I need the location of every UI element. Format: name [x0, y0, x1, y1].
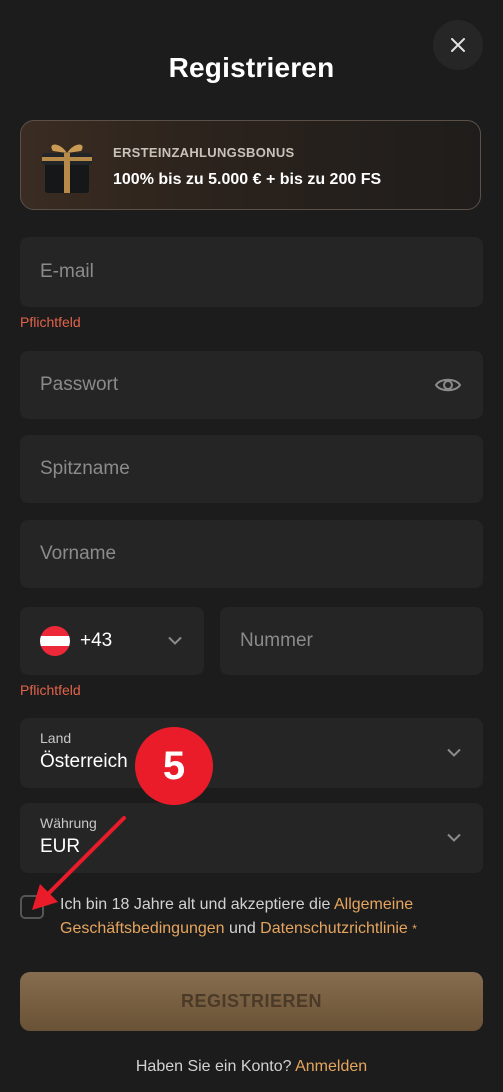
- austria-flag-icon: [40, 626, 70, 656]
- firstname-placeholder: Vorname: [40, 543, 117, 564]
- terms-text-mid: und: [224, 920, 261, 937]
- nickname-field[interactable]: Spitzname: [20, 435, 483, 503]
- register-button[interactable]: REGISTRIEREN: [20, 972, 483, 1031]
- currency-value: EUR: [40, 836, 81, 857]
- login-prompt-text: Haben Sie ein Konto?: [135, 1058, 296, 1075]
- annotation-badge: 5: [135, 727, 213, 805]
- email-error: Pflichtfeld: [20, 314, 81, 330]
- phone-code-select[interactable]: +43: [20, 607, 204, 675]
- firstname-field[interactable]: Vorname: [20, 520, 483, 588]
- country-value: Österreich: [40, 751, 128, 772]
- bonus-text: 100% bis zu 5.000 € + bis zu 200 FS: [113, 171, 382, 188]
- email-placeholder: E-mail: [40, 261, 94, 282]
- phone-error: Pflichtfeld: [20, 682, 81, 698]
- terms-checkbox[interactable]: [20, 895, 44, 919]
- country-select[interactable]: Land Österreich: [20, 718, 483, 788]
- gift-icon: [42, 144, 92, 193]
- chevron-down-icon: [447, 833, 461, 842]
- terms-text: Ich bin 18 Jahre alt und akzeptiere die …: [60, 893, 480, 941]
- phone-code-value: +43: [80, 630, 113, 651]
- chevron-down-icon: [447, 748, 461, 757]
- email-field[interactable]: E-mail: [20, 237, 483, 307]
- currency-select[interactable]: Währung EUR: [20, 803, 483, 873]
- phone-number-placeholder: Nummer: [240, 630, 313, 651]
- required-mark: *: [412, 922, 417, 936]
- chevron-down-icon: [168, 636, 182, 645]
- privacy-link[interactable]: Datenschutzrichtlinie: [260, 920, 408, 937]
- bonus-label: ERSTEINZAHLUNGSBONUS: [113, 145, 295, 160]
- password-placeholder: Passwort: [40, 374, 119, 395]
- password-field[interactable]: Passwort: [20, 351, 483, 419]
- page-title: Registrieren: [168, 52, 335, 83]
- currency-label: Währung: [40, 815, 97, 831]
- nickname-placeholder: Spitzname: [40, 458, 130, 479]
- login-link[interactable]: Anmelden: [295, 1058, 367, 1075]
- country-label: Land: [40, 730, 72, 746]
- eye-icon[interactable]: [435, 376, 461, 394]
- bonus-banner[interactable]: ERSTEINZAHLUNGSBONUS 100% bis zu 5.000 €…: [20, 120, 481, 210]
- close-icon: [451, 38, 465, 52]
- login-prompt: Haben Sie ein Konto? Anmelden: [0, 1058, 503, 1076]
- terms-text-before: Ich bin 18 Jahre alt und akzeptiere die: [60, 896, 334, 913]
- phone-number-field[interactable]: Nummer: [220, 607, 483, 675]
